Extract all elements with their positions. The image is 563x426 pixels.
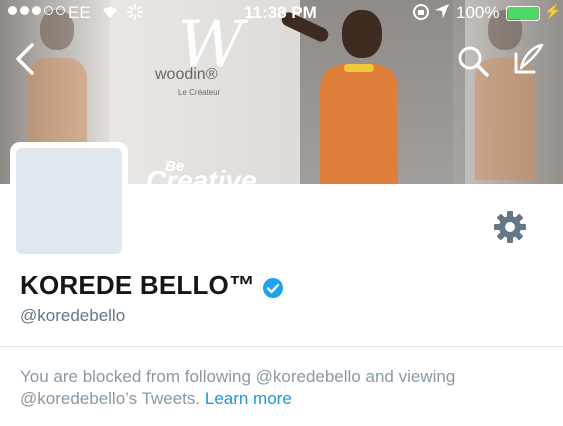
blocked-notice: You are blocked from following @koredebe… — [20, 366, 550, 410]
charging-bolt-icon: ⚡ — [544, 3, 562, 19]
search-icon — [458, 46, 489, 77]
banner-slogan-bottom: Creative — [146, 165, 257, 184]
location-arrow-icon — [434, 3, 450, 24]
gear-icon — [494, 211, 526, 243]
profile-display-name: KOREDE BELLO™ — [20, 270, 256, 300]
banner-person-photo — [279, 0, 398, 184]
avatar[interactable] — [16, 148, 122, 254]
avatar-frame[interactable] — [10, 142, 128, 260]
compose-feather-icon — [514, 43, 544, 74]
wifi-icon — [100, 3, 120, 24]
back-button[interactable] — [12, 42, 38, 76]
section-divider — [0, 346, 563, 347]
activity-spinner-icon — [126, 3, 144, 26]
ios-status-bar: EE 11:38 PM 100% ⚡ — [0, 0, 563, 26]
battery-percentage: 100% — [456, 3, 500, 22]
battery-icon — [506, 6, 540, 21]
carrier-name: EE — [68, 3, 91, 22]
learn-more-link[interactable]: Learn more — [205, 389, 292, 408]
verified-badge-icon — [262, 277, 284, 299]
compose-tweet-button[interactable] — [512, 42, 546, 76]
battery-level-fill — [508, 8, 538, 19]
banner-logo-subtitle: Le Créateur — [178, 88, 221, 97]
signal-strength-icon — [8, 6, 65, 15]
profile-settings-button[interactable] — [492, 209, 528, 245]
status-time: 11:38 PM — [244, 3, 317, 22]
search-button[interactable] — [456, 44, 490, 78]
banner-logo-name: woodin® — [155, 66, 218, 83]
profile-handle: @koredebello — [20, 306, 126, 325]
rotation-lock-icon — [412, 3, 430, 26]
banner-person-reflection-right — [470, 10, 540, 180]
